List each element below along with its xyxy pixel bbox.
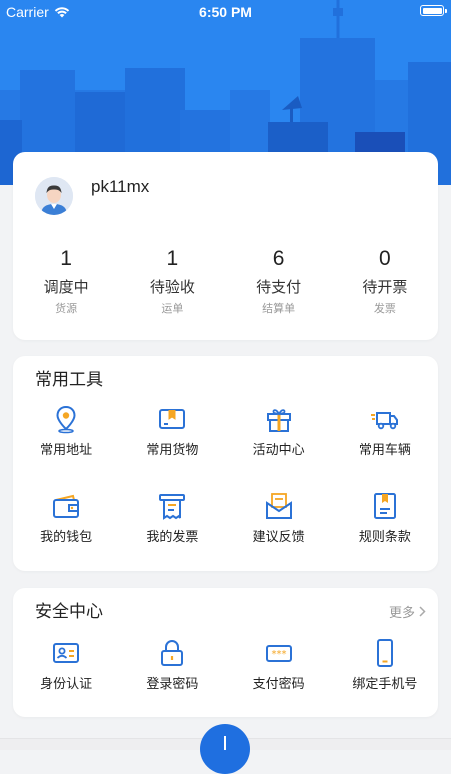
center-action-button[interactable] [200, 724, 250, 774]
avatar[interactable] [35, 177, 73, 215]
tool-label: 我的钱包 [40, 530, 93, 545]
stat-sublabel: 货源 [55, 302, 78, 315]
tool-common-cargo[interactable]: 常用货物 [119, 404, 225, 459]
status-bar: Carrier 6:50 PM [0, 0, 451, 24]
user-avatar-icon [35, 177, 73, 215]
tool-label: 规则条款 [358, 530, 411, 545]
tool-my-wallet[interactable]: 我的钱包 [13, 491, 119, 546]
stat-sublabel: 运单 [161, 302, 184, 315]
stat-count: 1 [60, 247, 72, 270]
receipt-icon [159, 494, 186, 520]
wallet-icon [53, 494, 80, 518]
tool-label: 常用车辆 [358, 443, 411, 458]
status-time: 6:50 PM [199, 4, 252, 20]
stat-label: 调度中 [43, 278, 89, 296]
stat-count: 0 [379, 247, 391, 270]
stat-label: 待验收 [149, 278, 195, 296]
profile-card: pk11mx 1 调度中 货源 1 待验收 运单 6 待支付 结算单 0 待开票… [13, 152, 438, 340]
section-title: 安全中心 [35, 602, 103, 622]
stat-sublabel: 结算单 [262, 302, 296, 315]
more-label: 更多 [388, 606, 415, 621]
truck-icon [370, 412, 398, 430]
stat-count: 1 [166, 247, 179, 270]
tool-label: 我的发票 [146, 530, 199, 545]
tools-row-1: 常用地址 常用货物 活动中心 常用车辆 [13, 404, 438, 459]
stat-pending-acceptance[interactable]: 1 待验收 运单 [119, 246, 225, 316]
lock-icon [161, 640, 184, 666]
battery-icon [420, 5, 447, 16]
order-stats: 1 调度中 货源 1 待验收 运单 6 待支付 结算单 0 待开票 发票 [13, 246, 438, 316]
security-label: 身份认证 [40, 677, 93, 692]
tool-common-vehicle[interactable]: 常用车辆 [332, 404, 438, 459]
tool-label: 常用货物 [146, 443, 199, 458]
stat-pending-payment[interactable]: 6 待支付 结算单 [226, 246, 332, 316]
section-title: 常用工具 [35, 370, 103, 390]
tool-activity-center[interactable]: 活动中心 [226, 404, 332, 459]
security-bind-phone[interactable]: 绑定手机号 [332, 638, 438, 693]
tool-label: 活动中心 [252, 443, 305, 458]
security-identity-verification[interactable]: 身份认证 [13, 638, 119, 693]
security-label: 支付密码 [252, 677, 305, 692]
stat-label: 待支付 [256, 278, 302, 296]
stat-pending-invoice[interactable]: 0 待开票 发票 [332, 246, 438, 316]
security-label: 绑定手机号 [352, 677, 418, 692]
security-center-card: 安全中心 更多 身份认证 登录密码 *** 支付密码 绑定手机号 [13, 588, 438, 717]
security-row: 身份认证 登录密码 *** 支付密码 绑定手机号 [13, 638, 438, 693]
common-tools-card: 常用工具 常用地址 常用货物 活动中心 常用车辆 我的钱包 我的发票 建议反馈 … [13, 356, 438, 571]
envelope-icon [265, 493, 292, 519]
more-link[interactable]: 更多 [389, 602, 426, 621]
stat-label: 待开票 [362, 278, 408, 296]
gift-icon [266, 409, 291, 432]
password-dots-icon: *** [265, 645, 292, 662]
chevron-right-icon [419, 606, 426, 617]
tool-feedback[interactable]: 建议反馈 [226, 491, 332, 546]
stat-dispatching[interactable]: 1 调度中 货源 [13, 246, 119, 316]
username[interactable]: pk11mx [91, 177, 149, 197]
security-login-password[interactable]: 登录密码 [119, 638, 225, 693]
cargo-box-icon [159, 409, 186, 429]
stat-sublabel: 发票 [373, 302, 396, 315]
security-label: 登录密码 [146, 677, 199, 692]
tool-label: 常用地址 [40, 443, 93, 458]
security-payment-password[interactable]: *** 支付密码 [226, 638, 332, 693]
location-pin-icon [56, 405, 76, 434]
rules-book-icon [373, 493, 396, 519]
tool-my-invoice[interactable]: 我的发票 [119, 491, 225, 546]
stat-count: 6 [272, 247, 285, 270]
tool-label: 建议反馈 [252, 530, 305, 545]
tool-rules-terms[interactable]: 规则条款 [332, 491, 438, 546]
tool-common-address[interactable]: 常用地址 [13, 404, 119, 459]
id-card-icon [53, 643, 80, 663]
svg-text:***: *** [271, 649, 286, 660]
tools-row-2: 我的钱包 我的发票 建议反馈 规则条款 [13, 491, 438, 546]
phone-icon [376, 639, 393, 667]
